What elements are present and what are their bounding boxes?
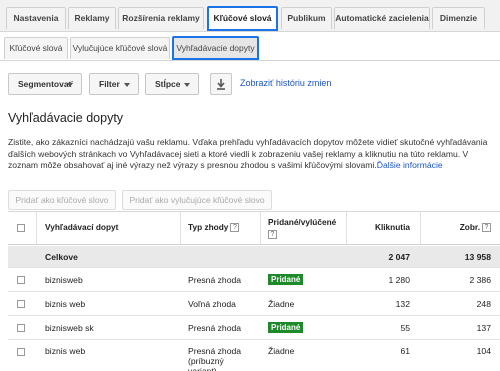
clicks-cell: 132 (395, 299, 410, 309)
table-row: biznisweb Presná zhoda Pridané 1 280 2 3… (8, 269, 500, 292)
column-divider (180, 212, 181, 244)
tab-automaticke-zacielenia[interactable]: Automatické zacielenia (334, 7, 430, 29)
columns-button[interactable]: Stĺpce (145, 73, 199, 95)
header-added-excluded[interactable]: Pridané/vylúčené? (268, 216, 348, 240)
match-type-cell: Presná zhoda (príbuzný variant) (188, 346, 242, 371)
header-query[interactable]: Vyhľadávací dopyt (45, 222, 118, 232)
query-cell: biznis web (45, 299, 86, 309)
status-cell: Pridané (268, 322, 304, 333)
clicks-cell: 55 (400, 323, 410, 333)
status-badge: Pridané (268, 322, 304, 333)
subtab-vylucujuce-klucove-slova[interactable]: Vylučujúce kľúčové slová (70, 37, 170, 59)
clicks-cell: 1 280 (388, 275, 410, 285)
help-icon[interactable]: ? (230, 223, 240, 233)
page-description: Zistite, ako zákazníci nachádzajú vašu r… (8, 137, 500, 172)
clicks-cell: 61 (400, 346, 410, 356)
columns-label: Stĺpce (155, 79, 181, 89)
table-header-row: Vyhľadávací dopyt Typ zhody? Pridané/vyl… (8, 212, 500, 245)
filter-button[interactable]: Filter (89, 73, 139, 95)
description-text: zoznam môže obsahovať aj iné výrazy než … (8, 160, 377, 170)
match-type-cell: Voľná zhoda (188, 299, 236, 309)
download-icon (217, 79, 225, 90)
header-impressions-label: Zobr. (459, 222, 480, 232)
header-match-type[interactable]: Typ zhody? (188, 222, 240, 233)
filter-label: Filter (99, 79, 120, 89)
page-title: Vyhľadávacie dopyty (8, 111, 124, 125)
row-checkbox[interactable] (17, 348, 25, 356)
status-badge: Pridané (268, 274, 304, 285)
chevron-down-icon (184, 83, 190, 87)
download-button[interactable] (210, 73, 232, 95)
total-impressions: 13 958 (464, 252, 491, 262)
search-terms-table: Vyhľadávací dopyt Typ zhody? Pridané/vyl… (8, 211, 500, 371)
total-clicks: 2 047 (388, 252, 410, 262)
tab-rozsirenia-reklamy[interactable]: Rozšírenia reklamy (118, 7, 204, 29)
main-tab-bar: Nastavenia Reklamy Rozšírenia reklamy Kľ… (0, 0, 500, 32)
tab-reklamy[interactable]: Reklamy (68, 7, 116, 29)
column-divider (420, 212, 421, 244)
description-line: Zistite, ako zákazníci nachádzajú vašu r… (8, 137, 488, 147)
query-cell: biznisweb sk (45, 323, 94, 333)
tab-publikum[interactable]: Publikum (281, 7, 332, 29)
impressions-cell: 137 (476, 323, 491, 333)
tab-klucove-slova[interactable]: Kľúčové slová (207, 6, 278, 31)
total-row: Celkove 2 047 13 958 (8, 246, 500, 268)
header-match-type-label: Typ zhody (188, 222, 229, 232)
impressions-cell: 104 (476, 346, 491, 356)
toolbar: Segmentovať Filter Stĺpce Zobraziť histó… (0, 71, 500, 97)
header-clicks[interactable]: Kliknutia (348, 222, 410, 232)
chevron-down-icon (67, 83, 73, 87)
impressions-cell: 248 (476, 299, 491, 309)
segment-label: Segmentovať (18, 79, 73, 89)
row-checkbox[interactable] (17, 300, 25, 308)
tab-dimenzie[interactable]: Dimenzie (432, 7, 485, 29)
match-type-cell: Presná zhoda (188, 275, 242, 285)
subtab-vyhladavacie-dopyty[interactable]: Vyhľadávacie dopyty (172, 36, 259, 60)
match-type-cell: Presná zhoda (188, 323, 242, 333)
status-cell: Žiadne (268, 299, 295, 309)
table-row: biznis web Voľná zhoda Žiadne 132 248 (8, 293, 500, 316)
help-icon[interactable]: ? (268, 230, 277, 240)
header-impressions[interactable]: Zobr.? (422, 222, 491, 233)
column-divider (36, 212, 37, 244)
header-added-excluded-label: Pridané/vylúčené (268, 217, 337, 227)
subtab-klucove-slova[interactable]: Kľúčové slová (4, 37, 68, 59)
impressions-cell: 2 386 (469, 275, 491, 285)
status-cell: Pridané (268, 274, 304, 285)
more-info-link[interactable]: Ďalšie informácie (377, 160, 443, 170)
row-checkbox[interactable] (17, 276, 25, 284)
add-negative-keyword-button[interactable]: Pridať ako vylučujúce kľúčové slovo (122, 190, 272, 210)
total-label: Celkove (45, 252, 78, 262)
query-cell: biznis web (45, 346, 86, 356)
status-cell: Žiadne (268, 346, 295, 356)
table-row: biznisweb sk Presná zhoda Pridané 55 137 (8, 317, 500, 340)
help-icon[interactable]: ? (482, 223, 491, 233)
column-divider (346, 212, 347, 244)
description-line: zoznam môže obsahovať aj iné výrazy než … (8, 160, 500, 172)
table-row: biznis web Presná zhoda (príbuzný varian… (8, 341, 500, 371)
query-cell: biznisweb (45, 275, 83, 285)
select-all-checkbox[interactable] (17, 224, 25, 232)
tab-nastavenia[interactable]: Nastavenia (6, 7, 66, 29)
column-divider (260, 212, 261, 244)
sub-tab-bar: Kľúčové slová Vylučujúce kľúčové slová V… (0, 33, 500, 61)
segment-button[interactable]: Segmentovať (8, 73, 82, 95)
row-checkbox[interactable] (17, 324, 25, 332)
add-keyword-button[interactable]: Pridať ako kľúčové slovo (8, 190, 116, 210)
change-history-link[interactable]: Zobraziť históriu zmien (240, 78, 331, 88)
description-line: ďalších webových stránkach vo Vyhľadávac… (8, 148, 469, 159)
chevron-down-icon (124, 83, 130, 87)
